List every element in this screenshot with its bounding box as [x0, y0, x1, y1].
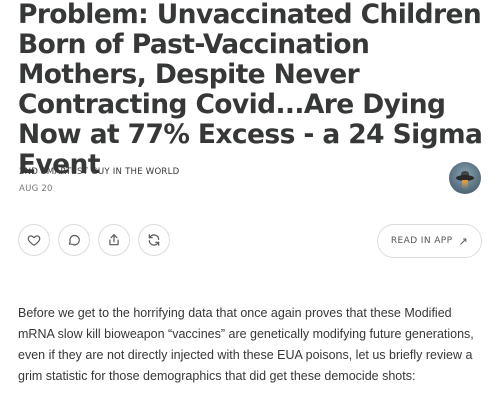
like-button[interactable]: [18, 224, 50, 256]
post-title: Problem: Unvaccinated Children Born of P…: [18, 0, 483, 180]
comment-icon: [68, 234, 80, 246]
ufo-beam: [462, 180, 468, 189]
restack-icon: [148, 234, 160, 246]
heart-icon: [27, 235, 41, 246]
author-avatar[interactable]: [449, 162, 481, 194]
share-icon: [109, 234, 119, 246]
read-in-app-label: READ IN APP: [390, 236, 453, 246]
post-date: AUG 20: [19, 184, 53, 194]
comment-button[interactable]: [58, 224, 90, 256]
read-in-app-button[interactable]: READ IN APP ↗: [377, 224, 482, 258]
author-name[interactable]: 2ND SMARTEST GUY IN THE WORLD: [19, 167, 179, 177]
restack-button[interactable]: [138, 224, 170, 256]
post-body: Before we get to the horrifying data tha…: [18, 306, 474, 383]
arrow-up-right-icon: ↗: [458, 234, 469, 248]
share-button[interactable]: [98, 224, 130, 256]
